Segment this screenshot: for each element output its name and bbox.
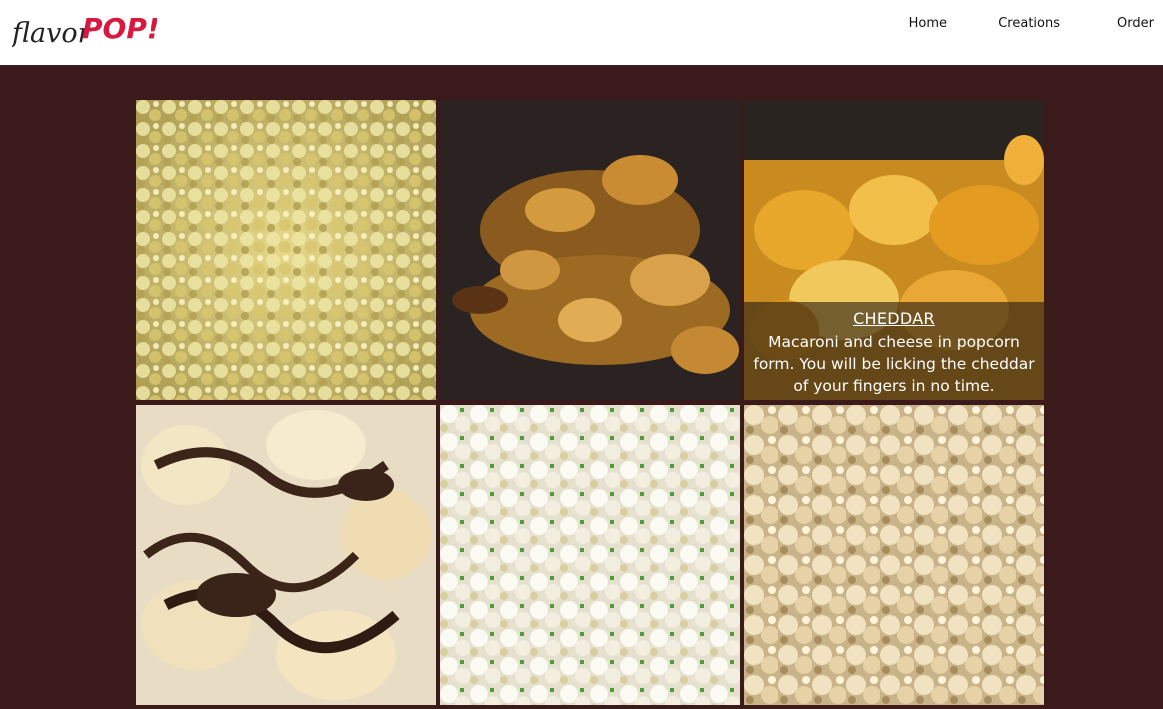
gallery-tile-chocolate[interactable] (136, 405, 436, 705)
chocolate-drizzle-popcorn-image (136, 405, 436, 705)
herb-popcorn-image (440, 405, 740, 705)
creations-gallery: CHEDDAR Macaroni and cheese in popcorn f… (136, 100, 1044, 705)
nav-creations[interactable]: Creations (998, 16, 1060, 31)
cheddar-description: Macaroni and cheese in popcorn form. You… (753, 333, 1035, 395)
gallery-tile-herb[interactable] (440, 405, 740, 705)
cheddar-title[interactable]: CHEDDAR (744, 309, 1044, 328)
gallery-tile-cheddar[interactable]: CHEDDAR Macaroni and cheese in popcorn f… (744, 100, 1044, 400)
gallery-tile-kettle[interactable] (744, 405, 1044, 705)
flavorpop-logo[interactable]: flavor POP! (10, 6, 160, 54)
gallery-tile-butter[interactable] (136, 100, 436, 400)
gallery-tile-caramel[interactable] (440, 100, 740, 400)
logo-script-text: flavor (12, 18, 93, 49)
kettle-corn-popcorn-image (744, 405, 1044, 705)
logo-bold-text: POP! (82, 12, 157, 45)
logo-graphic: flavor POP! (10, 12, 160, 49)
site-header: flavor POP! Home Creations Order (0, 0, 1163, 65)
nav-order[interactable]: Order (1117, 16, 1154, 31)
butter-popcorn-image (136, 100, 436, 400)
tile-hover-caption: CHEDDAR Macaroni and cheese in popcorn f… (744, 302, 1044, 400)
caramel-nut-popcorn-image (440, 100, 740, 400)
nav-home[interactable]: Home (909, 16, 947, 31)
